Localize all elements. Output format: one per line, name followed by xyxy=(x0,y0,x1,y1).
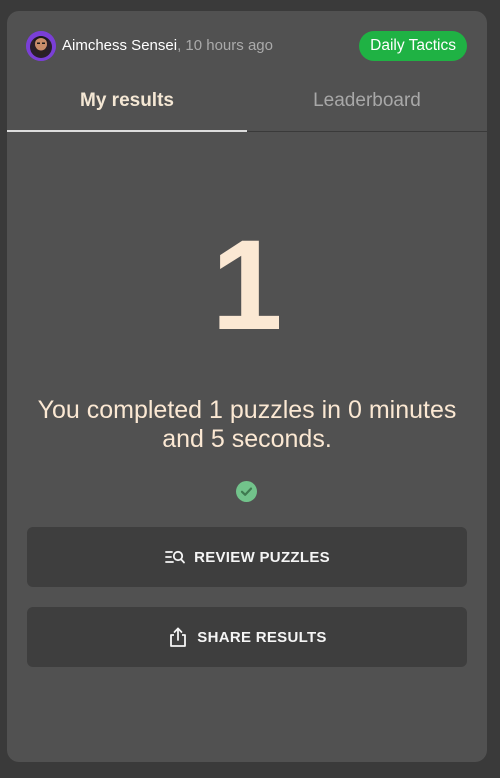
review-puzzles-button[interactable]: REVIEW PUZZLES xyxy=(27,527,467,587)
active-tab-indicator xyxy=(7,130,247,132)
author-name[interactable]: Aimchess Sensei xyxy=(62,37,177,54)
result-summary: You completed 1 puzzles in 0 minutes and… xyxy=(37,396,457,453)
results-card: Aimchess Sensei, 10 hours ago Daily Tact… xyxy=(7,11,487,762)
avatar-image xyxy=(26,31,56,61)
puzzle-count: 1 xyxy=(211,214,283,357)
share-icon xyxy=(167,626,189,648)
tab-my-results[interactable]: My results xyxy=(7,81,247,131)
list-search-icon xyxy=(164,546,186,568)
post-time: , 10 hours ago xyxy=(177,37,273,54)
share-results-button[interactable]: SHARE RESULTS xyxy=(27,607,467,667)
daily-tactics-badge[interactable]: Daily Tactics xyxy=(359,31,467,61)
tab-leaderboard[interactable]: Leaderboard xyxy=(247,81,487,131)
share-results-label: SHARE RESULTS xyxy=(197,628,327,646)
check-circle-icon xyxy=(236,481,257,502)
card-header: Aimchess Sensei, 10 hours ago Daily Tact… xyxy=(7,11,487,81)
post-author: Aimchess Sensei, 10 hours ago xyxy=(62,37,273,54)
review-puzzles-label: REVIEW PUZZLES xyxy=(194,548,330,566)
avatar-icon[interactable] xyxy=(26,31,56,61)
results-tabs: My results Leaderboard xyxy=(7,81,487,132)
